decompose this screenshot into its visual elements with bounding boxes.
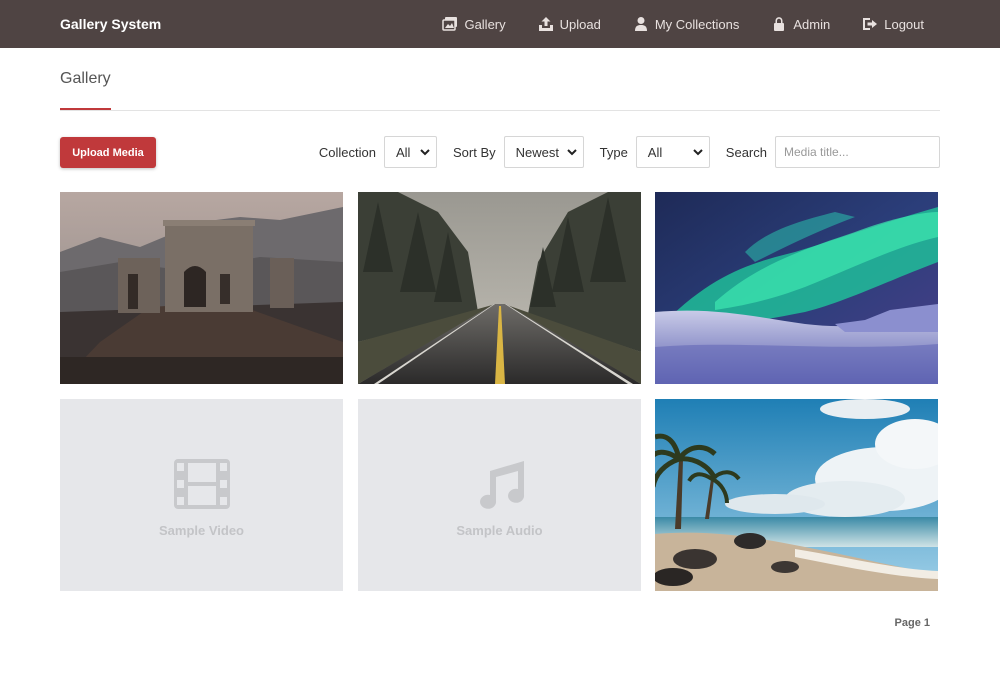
chevron-down-icon (566, 149, 577, 156)
gallery-item-image[interactable] (655, 192, 938, 384)
nav-item-admin[interactable]: Admin (771, 16, 830, 32)
divider (60, 110, 940, 111)
page-indicator: Page 1 (894, 617, 930, 629)
nav-item-logout[interactable]: Logout (862, 16, 924, 32)
nav-item-my-collections[interactable]: My Collections (633, 16, 740, 32)
gallery-item-video[interactable]: Sample Video (60, 399, 343, 591)
video-title: Sample Video (158, 522, 244, 538)
nav-item-label: Gallery (464, 16, 506, 32)
search-label: Search (725, 144, 767, 160)
music-note-icon (479, 460, 524, 509)
type-select-value: All (647, 144, 663, 160)
filter-bar: Collection All Sort By Newest Type All S… (319, 136, 940, 168)
collection-select-value: All (395, 144, 411, 160)
collection-select[interactable]: All (383, 136, 437, 168)
brand-logo-text[interactable]: Gallery System (60, 0, 161, 48)
film-icon (173, 458, 230, 509)
gallery-item-image[interactable] (655, 399, 938, 591)
nav-item-label: Upload (559, 16, 601, 32)
type-label: Type (599, 144, 628, 160)
gallery-item-image[interactable] (358, 192, 641, 384)
nav-item-upload[interactable]: Upload (538, 16, 601, 32)
nav-item-gallery[interactable]: Gallery (442, 16, 506, 32)
page-title: Gallery (60, 70, 111, 87)
chevron-down-icon (420, 149, 430, 156)
sort-by-label: Sort By (452, 144, 496, 160)
audio-title: Sample Audio (456, 522, 543, 538)
logout-icon (863, 18, 878, 30)
beach-photo (655, 399, 938, 591)
gallery-item-audio[interactable]: Sample Audio (358, 399, 641, 591)
aurora-photo (655, 192, 938, 384)
sort-by-select-value: Newest (515, 144, 559, 160)
gallery-item-image[interactable] (60, 192, 343, 384)
nav-item-label: Logout (884, 16, 924, 32)
nav-links: Gallery Upload My Collections Admin Logo… (442, 0, 924, 48)
sort-by-select[interactable]: Newest (503, 136, 584, 168)
user-icon (634, 17, 647, 31)
chevron-down-icon (693, 149, 703, 156)
upload-media-button[interactable]: Upload Media (60, 137, 156, 168)
type-select[interactable]: All (635, 136, 710, 168)
upload-icon (538, 17, 553, 31)
nav-item-label: My Collections (654, 16, 740, 32)
collection-label: Collection (318, 144, 376, 160)
search-input[interactable] (775, 136, 940, 168)
images-icon (442, 17, 458, 31)
forest-road-photo (358, 192, 641, 384)
nav-item-label: Admin (793, 16, 831, 32)
ruins-photo (60, 192, 343, 384)
top-navbar: Gallery System Gallery Upload My Collect… (0, 0, 1000, 48)
lock-icon (774, 17, 785, 31)
